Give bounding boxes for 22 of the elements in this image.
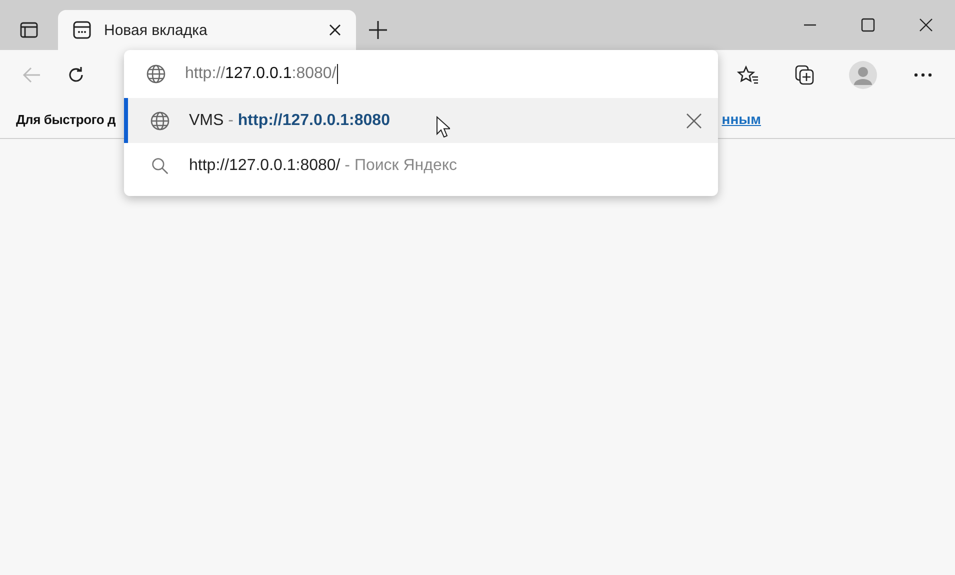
new-tab-page-icon [72, 20, 92, 40]
mouse-cursor-icon [436, 116, 450, 138]
suggestion-item[interactable]: VMS - http://127.0.0.1:8080 [124, 98, 718, 143]
address-field[interactable]: http://127.0.0.1:8080/ [124, 50, 718, 98]
close-icon[interactable] [919, 18, 933, 32]
bookmarks-hint: Для быстрого д [16, 112, 116, 126]
browser-tab[interactable]: Новая вкладка [58, 10, 356, 50]
favorites-icon[interactable] [737, 65, 759, 85]
suggestion-item[interactable]: http://127.0.0.1:8080/ - Поиск Яндекс [124, 143, 718, 188]
tab-title: Новая вкладка [104, 22, 208, 38]
more-icon[interactable] [913, 72, 933, 78]
maximize-icon[interactable] [861, 18, 875, 32]
new-tab-icon[interactable] [368, 20, 388, 40]
link[interactable]: нным [722, 111, 761, 127]
avatar-icon[interactable] [849, 61, 877, 89]
search-icon [151, 156, 169, 174]
refresh-icon[interactable] [66, 65, 86, 85]
tab-actions-icon[interactable] [19, 20, 39, 40]
collections-icon[interactable] [793, 64, 815, 86]
globe-icon [150, 110, 170, 130]
globe-icon [146, 64, 166, 84]
close-icon[interactable] [328, 23, 342, 37]
